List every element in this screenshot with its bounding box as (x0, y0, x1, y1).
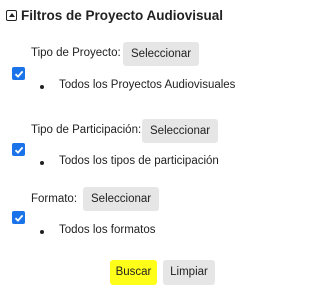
filter-participation-type: Tipo de Participación: Seleccionar Todos… (0, 117, 244, 187)
participation-type-selection: Todos los tipos de participación (59, 155, 219, 167)
bullet-icon (40, 230, 44, 234)
participation-type-checkbox[interactable] (12, 143, 25, 156)
checkmark-icon (14, 214, 23, 222)
project-type-label: Tipo de Proyecto: (31, 47, 121, 59)
checkmark-icon (14, 70, 23, 78)
format-label: Formato: (31, 193, 78, 205)
project-type-checkbox[interactable] (12, 67, 25, 80)
filters-panel-header[interactable]: Filtros de Proyecto Audiovisual (6, 8, 223, 23)
clear-button[interactable]: Limpiar (163, 260, 215, 285)
filter-project-type: Tipo de Proyecto: Seleccionar Todos los … (0, 40, 244, 110)
filter-format: Formato: Seleccionar Todos los formatos (0, 185, 244, 255)
project-type-select-button[interactable]: Seleccionar (123, 42, 200, 66)
checkmark-icon (14, 146, 23, 154)
bullet-icon (40, 85, 44, 89)
bullet-icon (40, 161, 44, 165)
participation-type-select-button[interactable]: Seleccionar (142, 119, 219, 143)
format-selection: Todos los formatos (59, 224, 156, 236)
format-checkbox[interactable] (12, 211, 25, 224)
collapse-icon[interactable] (6, 10, 17, 21)
participation-type-label: Tipo de Participación: (31, 124, 142, 136)
format-select-button[interactable]: Seleccionar (83, 187, 160, 211)
panel-title: Filtros de Proyecto Audiovisual (21, 8, 224, 23)
search-button[interactable]: Buscar (110, 260, 157, 285)
project-type-selection: Todos los Proyectos Audiovisuales (59, 79, 236, 91)
